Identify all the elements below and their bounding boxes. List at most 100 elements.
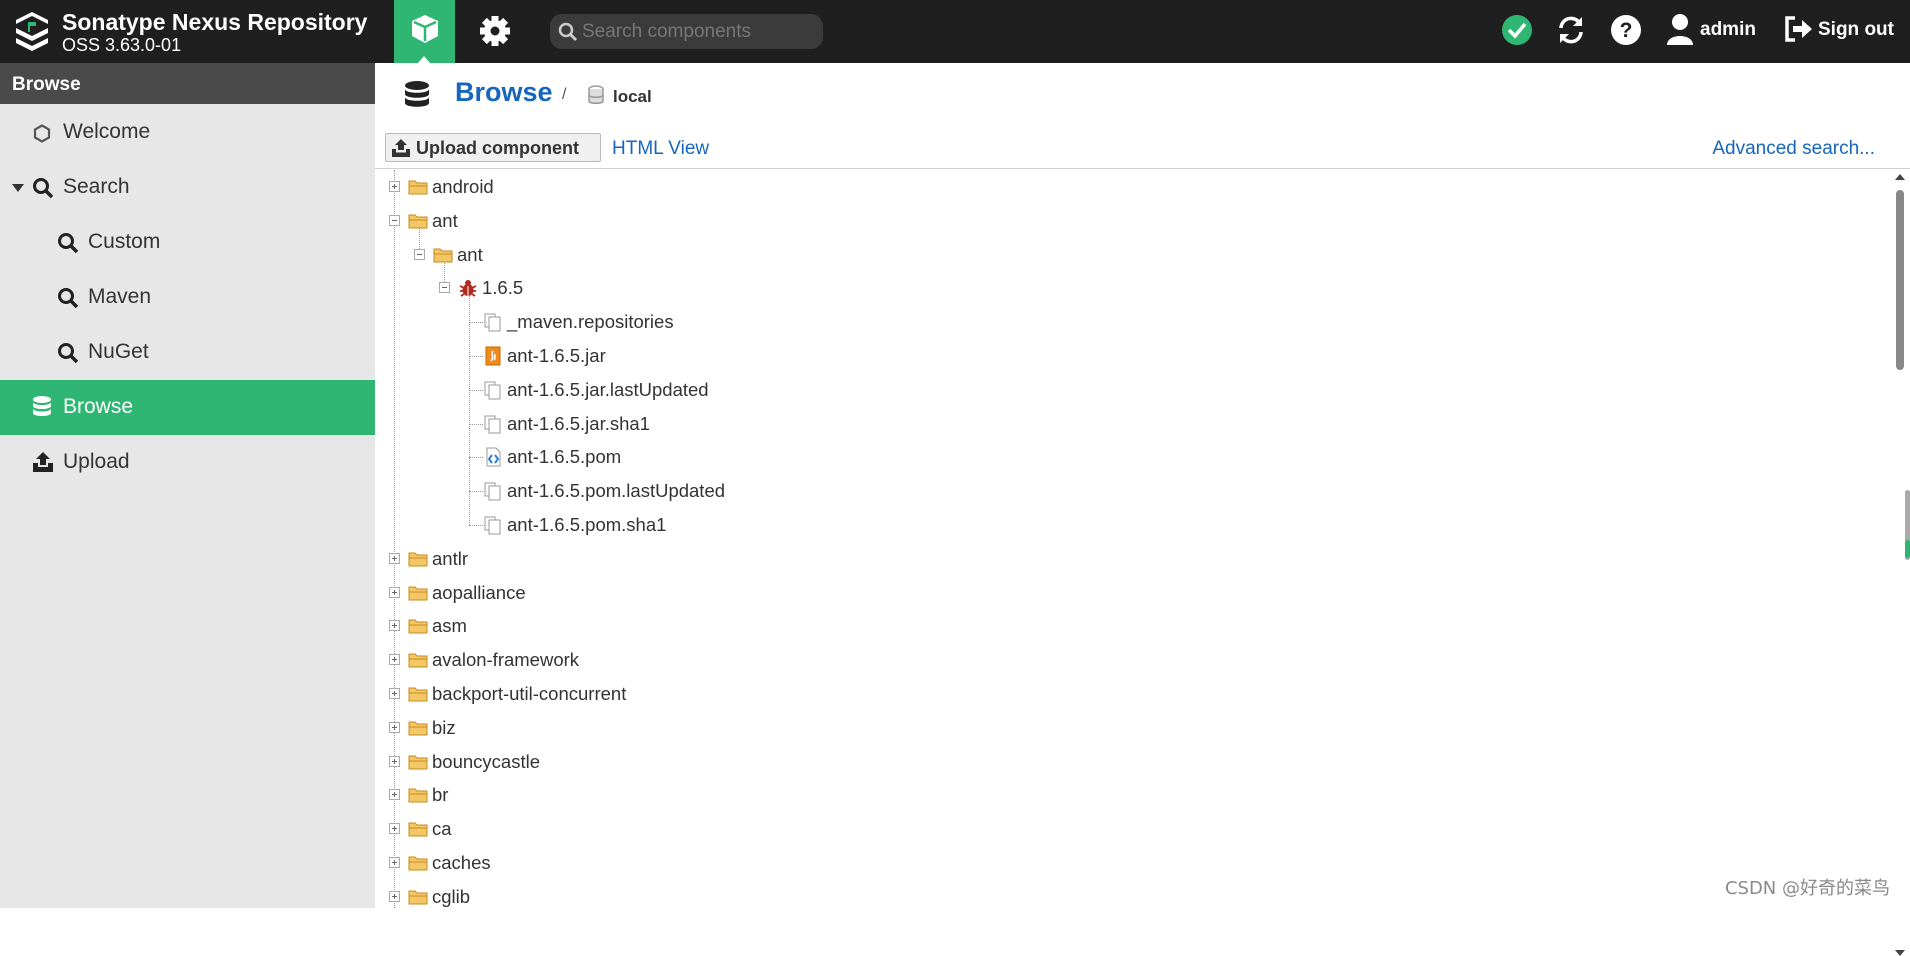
file-icon <box>483 312 503 337</box>
user-name[interactable]: admin <box>1700 19 1756 41</box>
tree-node-label: ant <box>432 210 458 232</box>
tree-node[interactable]: ant <box>375 204 1875 237</box>
sidebar: Browse Welcome Search Custom Maven <box>0 63 375 908</box>
search-icon <box>57 342 79 364</box>
folder-icon <box>408 652 428 673</box>
expand-icon[interactable] <box>389 857 400 868</box>
expand-icon[interactable] <box>389 756 400 767</box>
tree-leaf[interactable]: ant-1.6.5.pom.lastUpdated <box>375 474 1875 507</box>
expand-icon[interactable] <box>389 823 400 834</box>
component-search[interactable] <box>550 14 823 49</box>
collapse-icon[interactable] <box>414 249 425 260</box>
folder-icon <box>408 179 428 200</box>
folder-icon <box>408 754 428 775</box>
tree-node-label: backport-util-concurrent <box>432 683 626 705</box>
top-header: Sonatype Nexus Repository OSS 3.63.0-01 <box>0 0 1910 63</box>
expand-icon[interactable] <box>389 553 400 564</box>
folder-icon <box>408 720 428 741</box>
tree-node-label: ant <box>457 244 483 266</box>
tree-node-label: antlr <box>432 548 468 570</box>
tree-node-label: ant-1.6.5.jar <box>507 345 606 367</box>
sign-out-icon[interactable] <box>1784 16 1814 42</box>
sidebar-item-browse[interactable]: Browse <box>0 380 375 435</box>
tree-leaf[interactable]: _maven.repositories <box>375 305 1875 338</box>
tree-node[interactable]: 1.6.5 <box>375 271 1875 304</box>
tree-node[interactable]: ant <box>375 238 1875 271</box>
tree-node-label: avalon-framework <box>432 649 579 671</box>
cube-icon <box>409 13 441 45</box>
user-icon[interactable] <box>1666 13 1694 45</box>
tree-node[interactable]: avalon-framework <box>375 643 1875 676</box>
expand-icon[interactable] <box>389 722 400 733</box>
tree-node[interactable]: backport-util-concurrent <box>375 677 1875 710</box>
tree-node[interactable]: biz <box>375 711 1875 744</box>
search-input[interactable] <box>582 18 817 45</box>
browse-mode-button[interactable] <box>394 0 455 63</box>
tree-node-label: ant-1.6.5.pom.sha1 <box>507 514 666 536</box>
sidebar-item-maven[interactable]: Maven <box>0 270 375 325</box>
tree-node-label: 1.6.5 <box>482 277 523 299</box>
tree-leaf[interactable]: ant-1.6.5.pom.sha1 <box>375 508 1875 541</box>
refresh-icon[interactable] <box>1555 14 1587 46</box>
help-icon[interactable]: ? <box>1610 14 1642 46</box>
expand-icon[interactable] <box>389 181 400 192</box>
tree-node[interactable]: bouncycastle <box>375 745 1875 778</box>
scroll-down-icon[interactable] <box>1895 950 1905 956</box>
tree-node-label: android <box>432 176 494 198</box>
tree-node[interactable]: asm <box>375 609 1875 642</box>
expand-icon[interactable] <box>389 620 400 631</box>
expand-icon[interactable] <box>389 789 400 800</box>
tree-leaf[interactable]: ant-1.6.5.jar <box>375 339 1875 372</box>
status-check-icon[interactable] <box>1501 14 1533 46</box>
sign-out-link[interactable]: Sign out <box>1818 19 1894 41</box>
sidebar-item-label: Welcome <box>63 120 150 144</box>
sidebar-item-label: Maven <box>88 285 151 309</box>
folder-icon <box>433 247 453 268</box>
sidebar-item-custom[interactable]: Custom <box>0 215 375 270</box>
tree-node-label: ant-1.6.5.pom.lastUpdated <box>507 480 725 502</box>
folder-icon <box>408 213 428 234</box>
tree-node[interactable]: br <box>375 778 1875 811</box>
collapse-icon[interactable] <box>439 282 450 293</box>
nexus-logo-icon <box>12 10 52 54</box>
breadcrumb-browse[interactable]: Browse <box>455 77 553 108</box>
sidebar-item-welcome[interactable]: Welcome <box>0 105 375 160</box>
expand-icon[interactable] <box>389 688 400 699</box>
tree-branch-line <box>469 457 483 458</box>
search-icon <box>57 232 79 254</box>
tree-branch-line <box>469 424 483 425</box>
scroll-thumb[interactable] <box>1896 190 1904 370</box>
watermark: CSDN @好奇的菜鸟 <box>1725 874 1890 900</box>
folder-icon <box>408 551 428 572</box>
upload-component-button[interactable]: Upload component <box>385 133 601 162</box>
tree-node-label: biz <box>432 717 456 739</box>
tree-node[interactable]: aopalliance <box>375 576 1875 609</box>
search-icon <box>57 287 79 309</box>
tree-branch-line <box>469 356 483 357</box>
expand-icon[interactable] <box>389 891 400 902</box>
tree-leaf[interactable]: ant-1.6.5.jar.sha1 <box>375 407 1875 440</box>
collapse-icon[interactable] <box>389 215 400 226</box>
tree-node-label: aopalliance <box>432 582 526 604</box>
tree-node[interactable]: android <box>375 170 1875 203</box>
scroll-up-icon[interactable] <box>1895 174 1905 180</box>
active-caret <box>418 56 430 63</box>
tree-node[interactable]: ca <box>375 812 1875 845</box>
caret-down-icon <box>12 184 24 192</box>
tree-node[interactable]: antlr <box>375 542 1875 575</box>
expand-icon[interactable] <box>389 587 400 598</box>
tree-leaf[interactable]: ant-1.6.5.pom <box>375 440 1875 473</box>
tree-leaf[interactable]: ant-1.6.5.jar.lastUpdated <box>375 373 1875 406</box>
expand-icon[interactable] <box>389 654 400 665</box>
advanced-search-link[interactable]: Advanced search... <box>1712 138 1875 160</box>
html-view-link[interactable]: HTML View <box>612 138 709 160</box>
gear-icon[interactable] <box>475 13 515 49</box>
sidebar-item-search[interactable]: Search <box>0 160 375 215</box>
tree-branch-line <box>469 491 483 492</box>
sidebar-item-label: NuGet <box>88 340 149 364</box>
tree-node[interactable]: cglib <box>375 880 1875 908</box>
tree-node[interactable]: caches <box>375 846 1875 879</box>
upload-icon <box>390 138 412 158</box>
sidebar-item-nuget[interactable]: NuGet <box>0 325 375 380</box>
sidebar-item-upload[interactable]: Upload <box>0 435 375 490</box>
